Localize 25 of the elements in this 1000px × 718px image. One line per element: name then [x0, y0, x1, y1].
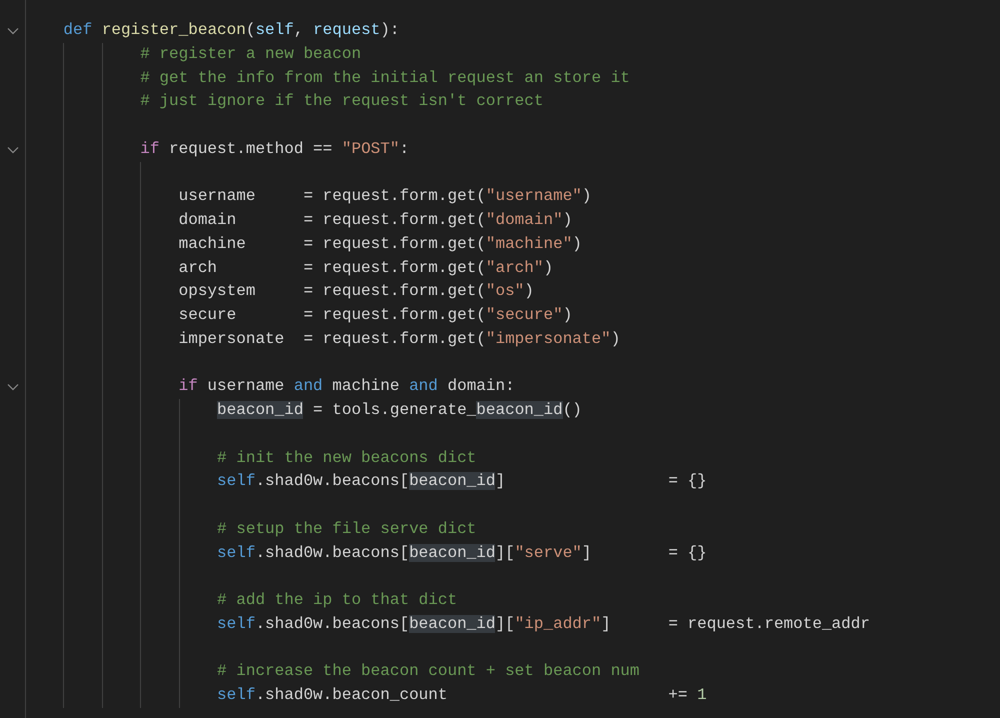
code-line: self.shad0w.beacons[beacon_id]["serve"] = {} — [216, 542, 707, 564]
chevron-icon[interactable] — [6, 146, 18, 154]
code-comment: # get the info from the initial request an store it — [139, 68, 630, 88]
chevron-icon[interactable] — [6, 26, 18, 35]
code-line: beacon_id = tools.generate_beacon_id() — [216, 400, 582, 421]
code-line: arch = request.form.get("arch") — [178, 258, 554, 278]
code-line: secure = request.form.get("secure") — [178, 305, 572, 326]
code-line: domain = request.form.get("domain") — [178, 210, 572, 231]
code-line: def register_beacon(self, request): — [62, 20, 400, 41]
code-comment: # register a new beacon — [139, 44, 362, 65]
chevron-icon[interactable] — [6, 383, 18, 392]
code-comment: # add the ip to that dict — [216, 590, 458, 611]
code-line: self.shad0w.beacons[beacon_id] = {} — [216, 471, 707, 492]
code-line: if username and machine and domain: — [178, 376, 515, 398]
code-line: machine = request.form.get("machine") — [178, 234, 582, 255]
code-line: self.shad0w.beacon_count += 1 — [216, 685, 707, 706]
code-line: opsystem = request.form.get("os") — [178, 281, 534, 302]
code-line: username = request.form.get("username") — [178, 186, 592, 208]
code-comment: # increase the beacon count + set beacon num — [216, 661, 640, 682]
code-line: if request.method == "POST": — [139, 138, 410, 160]
code-line: impersonate = request.form.get("impersonate") — [178, 328, 620, 350]
code-comment: # just ignore if the request isn't correct — [139, 91, 544, 112]
code-comment: # setup the file serve dict — [216, 518, 476, 540]
code-line: self.shad0w.beacons[beacon_id]["ip_addr"] = request.remote_addr — [216, 614, 870, 635]
code-comment: # init the new beacons dict — [216, 448, 476, 468]
